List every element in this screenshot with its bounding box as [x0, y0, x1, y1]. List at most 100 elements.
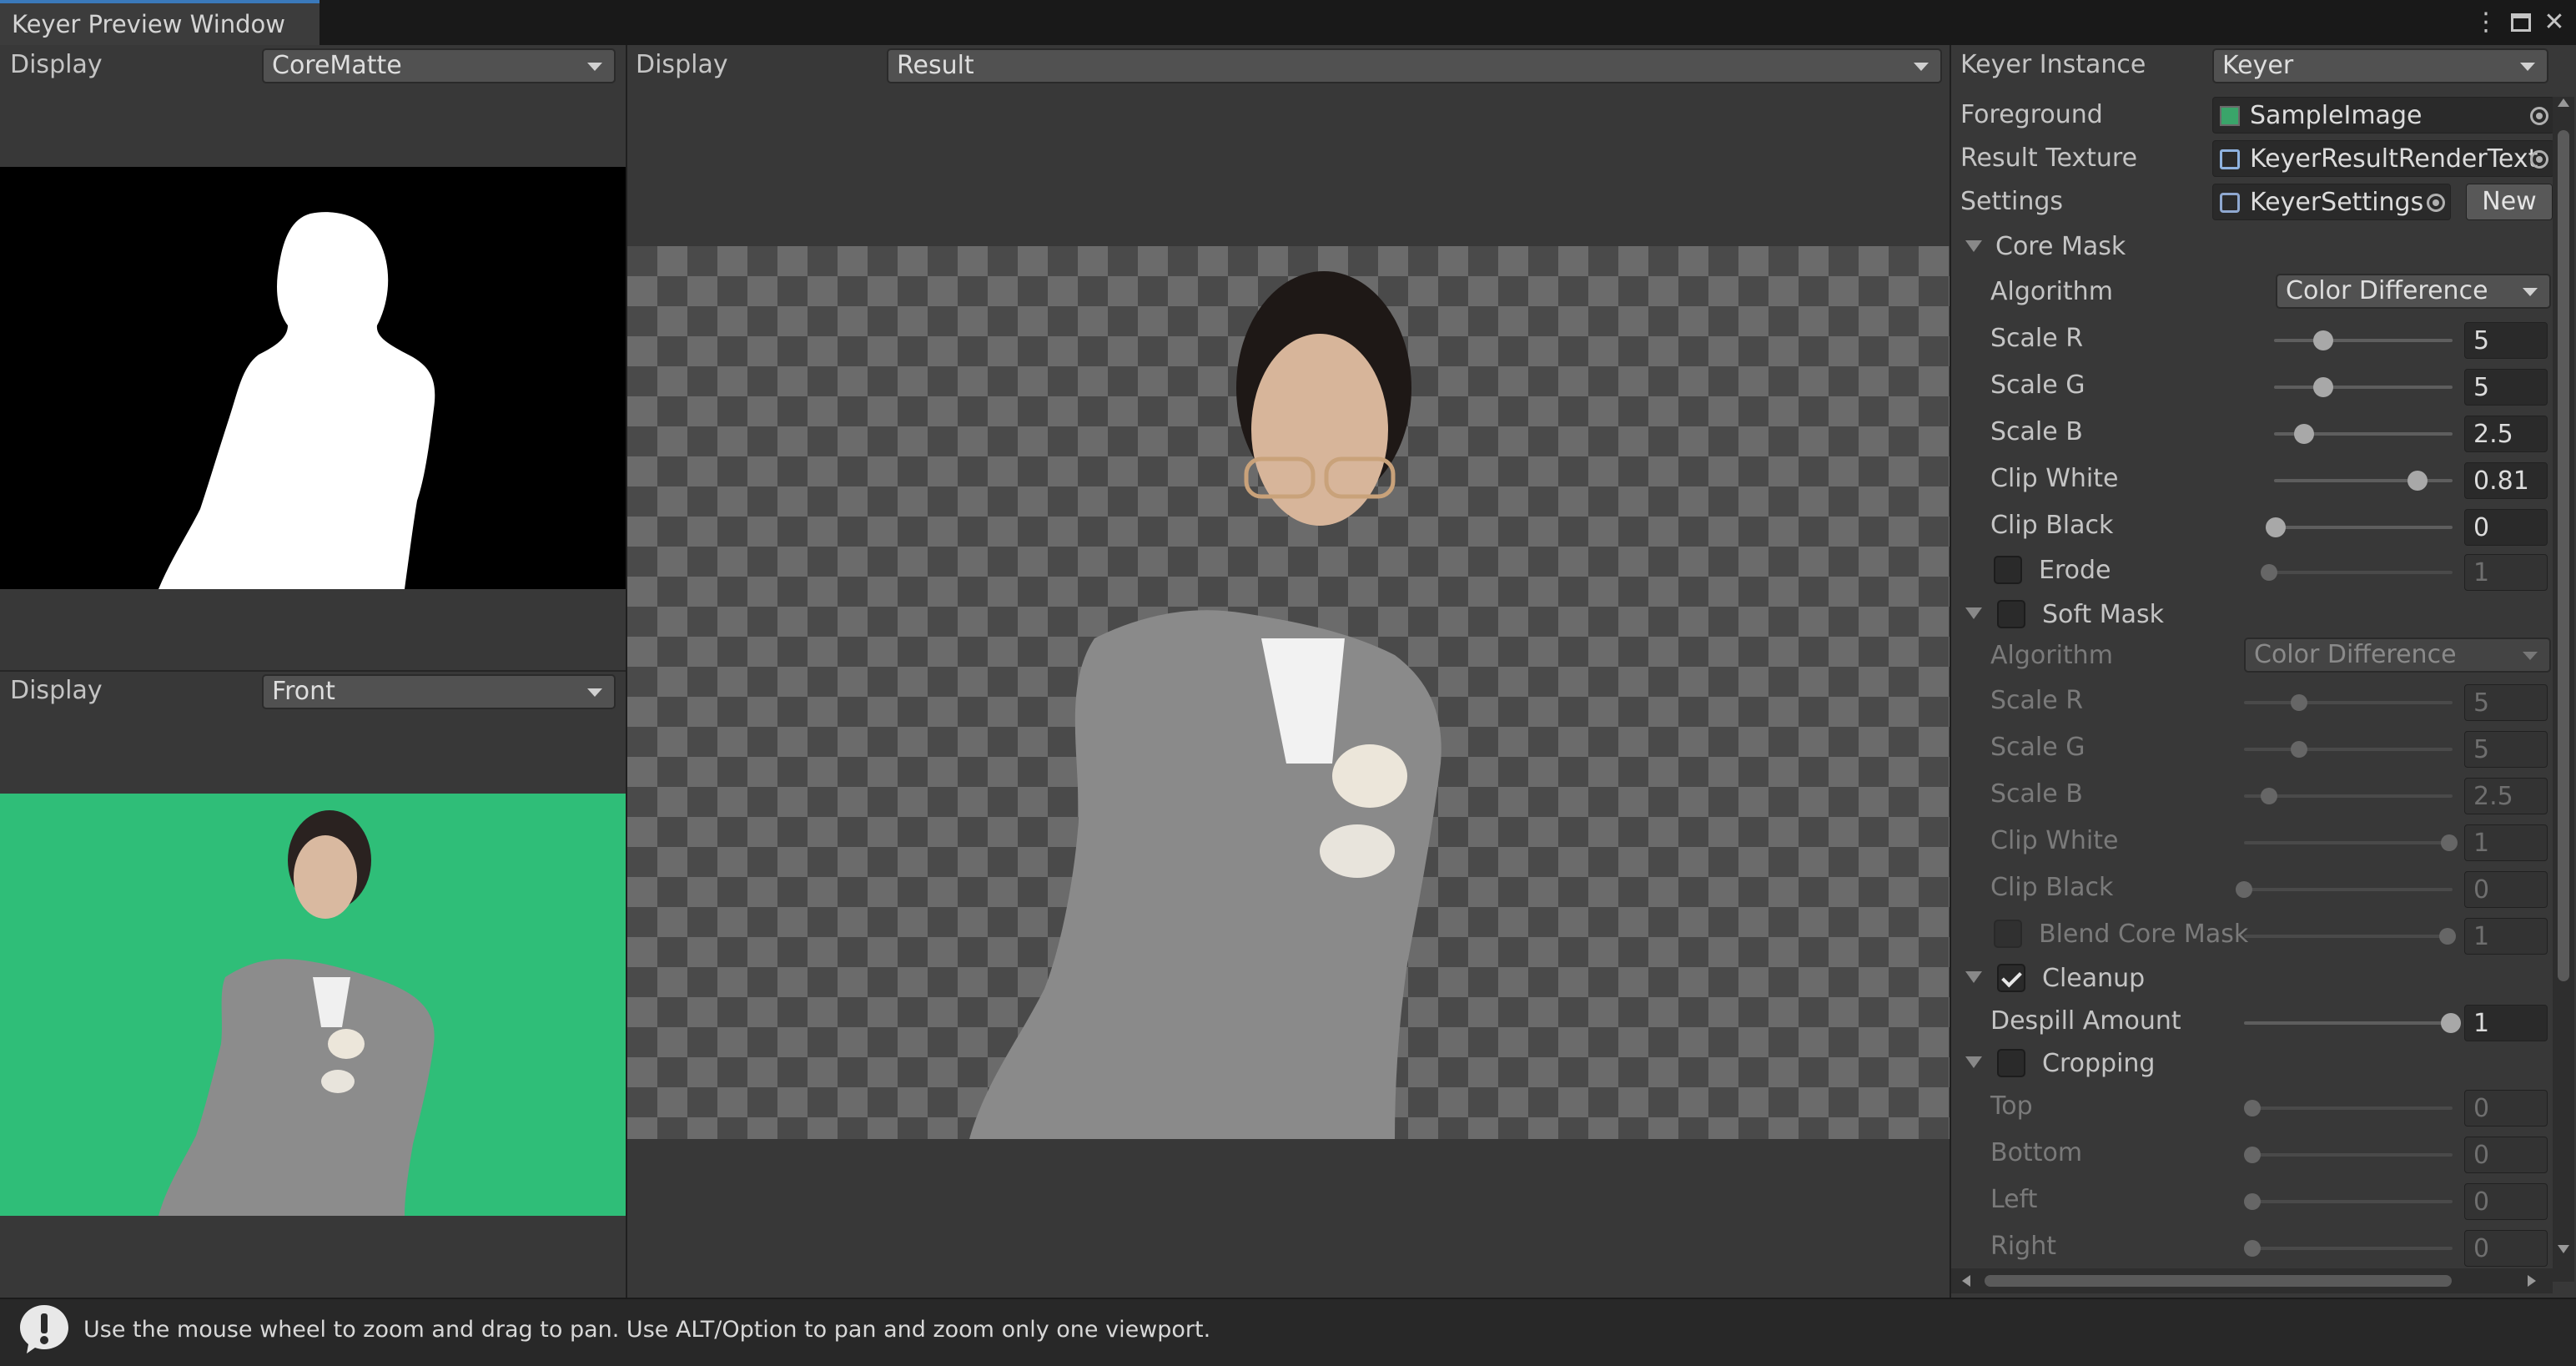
vertical-scrollbar[interactable]	[2553, 97, 2574, 1282]
slider-track[interactable]	[2274, 339, 2453, 342]
slider-track[interactable]	[2274, 386, 2453, 389]
field-value: KeyerSettings	[2250, 188, 2424, 217]
slider-label: Scale G	[1990, 733, 2085, 762]
scroll-right-icon[interactable]	[2528, 1275, 2536, 1287]
close-icon[interactable]: ✕	[2538, 7, 2571, 38]
scroll-up-icon[interactable]	[2558, 98, 2569, 107]
crop-value-field: 0	[2464, 1090, 2548, 1127]
slider-value-field[interactable]: 2.5	[2464, 416, 2548, 452]
object-picker-icon[interactable]	[2530, 150, 2548, 169]
chevron-down-icon	[1914, 63, 1929, 71]
despill-label: Despill Amount	[1990, 1006, 2181, 1036]
cropping-title[interactable]: Cropping	[2042, 1049, 2155, 1078]
slider-label: Clip Black	[1990, 873, 2114, 902]
dropdown-value: Front	[272, 677, 335, 706]
cropping-checkbox[interactable]	[1997, 1049, 2025, 1077]
slider-value-field[interactable]: 5	[2464, 369, 2548, 406]
display-dropdown-center[interactable]: Result	[887, 48, 1942, 83]
crop-label: Bottom	[1990, 1138, 2083, 1167]
crop-label: Top	[1990, 1091, 2033, 1121]
crop-slider-track	[2244, 1200, 2453, 1203]
foldout-arrow-icon[interactable]	[1965, 607, 1982, 619]
despill-slider-knob[interactable]	[2441, 1013, 2461, 1033]
scroll-left-icon[interactable]	[1962, 1275, 1970, 1287]
object-picker-icon[interactable]	[2427, 194, 2445, 212]
slider-value-field[interactable]: 5	[2464, 322, 2548, 359]
slider-knob[interactable]	[2312, 330, 2333, 350]
left-divider	[0, 670, 626, 672]
core-algorithm-dropdown[interactable]: Color Difference	[2276, 274, 2551, 309]
slider-track	[2244, 748, 2453, 751]
tab-bar	[0, 0, 2576, 45]
slider-value-field: 5	[2464, 684, 2548, 721]
foreground-field[interactable]: SampleImage	[2212, 97, 2554, 134]
slider-value-field: 0	[2464, 871, 2548, 908]
matte-silhouette	[158, 212, 435, 589]
slider-label: Scale B	[1990, 417, 2083, 446]
slider-label: Scale G	[1990, 370, 2085, 400]
slider-track[interactable]	[2274, 526, 2453, 529]
despill-slider-track[interactable]	[2244, 1021, 2453, 1025]
slider-value-field[interactable]: 0.81	[2464, 462, 2548, 499]
scroll-down-icon[interactable]	[2558, 1245, 2569, 1253]
foldout-arrow-icon[interactable]	[1965, 971, 1982, 983]
slider-label: Scale R	[1990, 324, 2084, 353]
display-dropdown-bottom[interactable]: Front	[262, 674, 616, 709]
erode-checkbox[interactable]	[1994, 556, 2022, 584]
keyer-instance-dropdown[interactable]: Keyer	[2212, 48, 2548, 83]
core-matte-viewport[interactable]	[0, 167, 626, 589]
new-settings-button[interactable]: New	[2466, 184, 2553, 220]
result-viewport[interactable]	[627, 246, 1950, 1139]
maximize-icon[interactable]	[2504, 7, 2538, 38]
soft-mask-checkbox[interactable]	[1997, 600, 2025, 628]
slider-knob[interactable]	[2312, 377, 2333, 397]
slider-value-field: 2.5	[2464, 778, 2548, 814]
scriptable-object-icon	[2220, 193, 2240, 213]
foreground-label: Foreground	[1960, 100, 2103, 129]
slider-value-field: 5	[2464, 731, 2548, 768]
field-value: KeyerResultRenderText	[2250, 144, 2538, 174]
despill-value[interactable]: 1	[2464, 1005, 2548, 1041]
core-algorithm-label: Algorithm	[1990, 277, 2113, 306]
status-message: Use the mouse wheel to zoom and drag to …	[83, 1317, 1211, 1343]
settings-field[interactable]: KeyerSettings	[2212, 184, 2451, 220]
crop-slider-track	[2244, 1153, 2453, 1157]
scrollbar-thumb[interactable]	[2558, 130, 2569, 981]
slider-track	[2244, 841, 2453, 844]
result-texture-field[interactable]: KeyerResultRenderText	[2212, 140, 2554, 177]
erode-slider-knob	[2261, 564, 2277, 581]
crop-value-field: 0	[2464, 1137, 2548, 1173]
info-icon	[17, 1302, 72, 1357]
slider-label: Scale R	[1990, 686, 2084, 715]
dropdown-value: Color Difference	[2254, 640, 2457, 669]
keyer-instance-label: Keyer Instance	[1960, 50, 2146, 79]
scrollbar-thumb[interactable]	[1985, 1275, 2452, 1287]
core-mask-title[interactable]: Core Mask	[1995, 232, 2126, 261]
slider-knob	[2260, 788, 2277, 804]
crop-value-field: 0	[2464, 1230, 2548, 1267]
front-viewport[interactable]	[0, 794, 626, 1216]
object-picker-icon[interactable]	[2530, 107, 2548, 125]
horizontal-scrollbar[interactable]	[1951, 1268, 2553, 1293]
dropdown-value: Keyer	[2222, 51, 2294, 80]
slider-knob[interactable]	[2293, 424, 2314, 444]
crop-value-field: 0	[2464, 1183, 2548, 1220]
slider-knob[interactable]	[2266, 517, 2286, 537]
blend-value: 1	[2464, 918, 2548, 955]
display-dropdown-top[interactable]: CoreMatte	[262, 48, 616, 83]
window-tab[interactable]: Keyer Preview Window	[0, 0, 319, 45]
chevron-down-icon	[587, 63, 602, 71]
slider-knob[interactable]	[2407, 471, 2428, 491]
foldout-arrow-icon[interactable]	[1965, 240, 1982, 252]
result-texture-label: Result Texture	[1960, 144, 2138, 173]
chevron-down-icon	[587, 688, 602, 697]
slider-value-field[interactable]: 0	[2464, 509, 2548, 546]
foldout-arrow-icon[interactable]	[1965, 1056, 1982, 1068]
cleanup-title[interactable]: Cleanup	[2042, 964, 2145, 993]
cleanup-checkbox[interactable]	[1997, 964, 2025, 992]
more-menu-icon[interactable]: ⋮	[2469, 7, 2503, 38]
dropdown-value: Color Difference	[2286, 276, 2488, 305]
texture-icon	[2220, 106, 2240, 126]
settings-label: Settings	[1960, 187, 2064, 216]
soft-mask-title[interactable]: Soft Mask	[2042, 600, 2164, 629]
